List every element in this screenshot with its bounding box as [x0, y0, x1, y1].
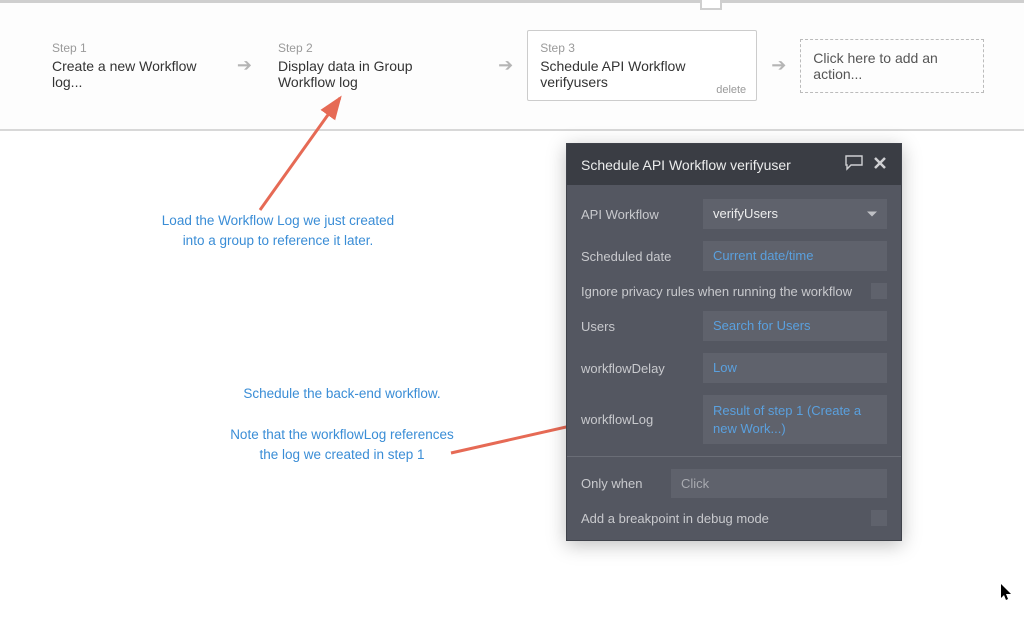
panel-header[interactable]: Schedule API Workflow verifyuser — [567, 144, 901, 185]
chevron-right-icon: ➔ — [233, 55, 256, 76]
row-workflow-log: workflowLog Result of step 1 (Create a n… — [581, 395, 887, 444]
chevron-right-icon: ➔ — [494, 55, 517, 76]
mouse-cursor-icon — [1000, 583, 1014, 606]
field-label: Ignore privacy rules when running the wo… — [581, 284, 871, 299]
field-label: workflowLog — [581, 412, 703, 427]
comment-icon[interactable] — [845, 155, 863, 174]
row-workflow-delay: workflowDelay Low — [581, 353, 887, 383]
users-input[interactable]: Search for Users — [703, 311, 887, 341]
field-value: Search for Users — [713, 318, 811, 333]
workflow-step-3-selected[interactable]: Step 3 Schedule API Workflow verifyusers… — [527, 30, 757, 101]
field-label: workflowDelay — [581, 361, 703, 376]
step-title: Schedule API Workflow verifyusers — [540, 58, 744, 90]
close-icon[interactable] — [873, 156, 887, 173]
field-value: Current date/time — [713, 248, 813, 263]
divider — [567, 456, 901, 457]
row-api-workflow: API Workflow verifyUsers — [581, 199, 887, 229]
row-debug-breakpoint: Add a breakpoint in debug mode — [581, 510, 887, 526]
annotation-callout-2: Schedule the back-end workflow. Note tha… — [222, 384, 462, 465]
workflow-delay-input[interactable]: Low — [703, 353, 887, 383]
add-action-placeholder[interactable]: Click here to add an action... — [800, 39, 984, 93]
debug-breakpoint-checkbox[interactable] — [871, 510, 887, 526]
chevron-right-icon: ➔ — [767, 55, 790, 76]
action-property-panel: Schedule API Workflow verifyuser API Wor… — [566, 143, 902, 541]
workflow-step-1[interactable]: Step 1 Create a new Workflow log... — [40, 31, 223, 100]
api-workflow-select[interactable]: verifyUsers — [703, 199, 887, 229]
row-ignore-privacy: Ignore privacy rules when running the wo… — [581, 283, 887, 299]
add-action-label: Click here to add an action... — [813, 50, 971, 82]
step-title: Create a new Workflow log... — [52, 58, 211, 90]
row-scheduled-date: Scheduled date Current date/time — [581, 241, 887, 271]
row-users: Users Search for Users — [581, 311, 887, 341]
step-number: Step 2 — [278, 41, 472, 55]
only-when-input[interactable]: Click — [671, 469, 887, 498]
field-label: Users — [581, 319, 703, 334]
step-number: Step 3 — [540, 41, 744, 55]
field-value: Result of step 1 (Create a new Work...) — [713, 403, 861, 436]
ignore-privacy-checkbox[interactable] — [871, 283, 887, 299]
panel-body: API Workflow verifyUsers Scheduled date … — [567, 185, 901, 540]
active-tab-notch — [700, 0, 722, 10]
panel-title: Schedule API Workflow verifyuser — [581, 157, 835, 173]
field-label: Scheduled date — [581, 249, 703, 264]
field-label: API Workflow — [581, 207, 703, 222]
field-label: Only when — [581, 476, 659, 491]
chevron-down-icon — [867, 212, 877, 217]
delete-step-link[interactable]: delete — [716, 84, 746, 96]
workflow-log-input[interactable]: Result of step 1 (Create a new Work...) — [703, 395, 887, 444]
step-number: Step 1 — [52, 41, 211, 55]
scheduled-date-input[interactable]: Current date/time — [703, 241, 887, 271]
workflow-step-2[interactable]: Step 2 Display data in Group Workflow lo… — [266, 31, 484, 100]
select-value: verifyUsers — [713, 206, 778, 221]
field-value: Low — [713, 360, 737, 375]
step-title: Display data in Group Workflow log — [278, 58, 472, 90]
field-label: Add a breakpoint in debug mode — [581, 511, 871, 526]
row-only-when: Only when Click — [581, 469, 887, 498]
annotation-callout-1: Load the Workflow Log we just created in… — [158, 211, 398, 252]
workflow-steps-bar: Step 1 Create a new Workflow log... ➔ St… — [0, 0, 1024, 131]
